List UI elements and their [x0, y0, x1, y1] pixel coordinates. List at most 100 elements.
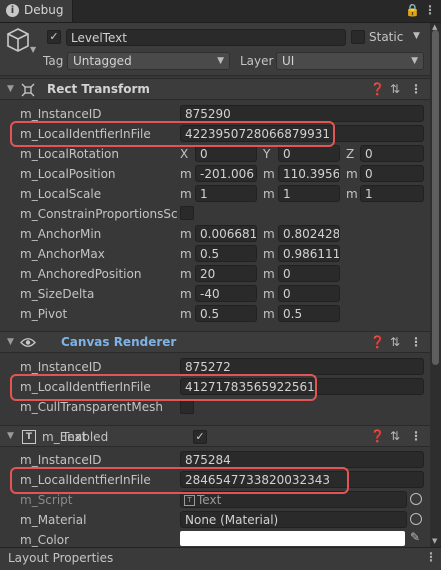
help-icon[interactable]: ❓	[370, 82, 385, 96]
scale-y-field[interactable]: 1	[278, 185, 340, 202]
highlight-box	[10, 374, 317, 401]
chevron-down-icon: ▼	[217, 56, 224, 66]
preset-icon[interactable]: ⇅	[390, 429, 400, 443]
text-component-header[interactable]: ▼ T m_Enabled Text ✓ ❓ ⇅ ⋮	[0, 425, 430, 447]
rotation-y-field[interactable]: 0	[278, 145, 340, 162]
position-y-field[interactable]: 110.3956	[278, 165, 340, 182]
size-delta-label: m_SizeDelta	[20, 287, 95, 301]
lock-icon[interactable]: 🔒	[405, 3, 420, 17]
anchor-min-y-field[interactable]: 0.802428	[278, 225, 340, 242]
more-menu-icon[interactable]: ⋮	[424, 3, 436, 17]
rect-transform-icon	[21, 83, 35, 97]
layout-properties-bar[interactable]: Layout Properties ⋮	[0, 547, 441, 570]
canvas-renderer-header[interactable]: ▼ Canvas Renderer ❓ ⇅ ⋮	[0, 331, 430, 353]
color-label: m_Color	[20, 533, 70, 547]
tab-debug[interactable]: i Debug	[0, 0, 73, 22]
foldout-arrow-icon[interactable]: ▼	[7, 337, 14, 347]
more-menu-icon[interactable]: ⋮	[410, 429, 422, 443]
m-label: m	[180, 287, 192, 301]
m-label: m	[180, 247, 192, 261]
material-field[interactable]: None (Material)	[180, 511, 407, 528]
help-icon[interactable]: ❓	[370, 335, 385, 349]
anchored-position-label: m_AnchoredPosition	[20, 267, 142, 281]
anchored-position-y-field[interactable]: 0	[278, 265, 340, 282]
script-value: Text	[197, 493, 222, 507]
object-name-field[interactable]: LevelText	[66, 29, 346, 46]
cull-transparent-checkbox[interactable]	[180, 400, 194, 414]
info-icon: i	[6, 4, 19, 17]
instance-id-label: m_InstanceID	[20, 453, 102, 467]
component-title: Canvas Renderer	[61, 335, 177, 349]
size-delta-x-field[interactable]: -40	[195, 285, 257, 302]
scale-x-field[interactable]: 1	[195, 185, 257, 202]
rotation-z-field[interactable]: 0	[360, 145, 424, 162]
chevron-down-icon: ▼	[411, 56, 418, 66]
x-axis-label: X	[180, 147, 189, 161]
scrollbar-thumb[interactable]	[432, 30, 439, 365]
constrain-checkbox[interactable]	[180, 206, 194, 220]
cull-transparent-label: m_CullTransparentMesh	[20, 400, 163, 414]
material-label: m_Material	[20, 513, 87, 527]
m-label: m	[180, 227, 192, 241]
instance-id-field[interactable]: 875290	[180, 105, 424, 122]
tab-bar: i Debug 🔒 ⋮	[0, 0, 441, 23]
color-swatch[interactable]	[180, 531, 405, 546]
layer-value: UI	[282, 54, 295, 68]
tag-value: Untagged	[73, 54, 132, 68]
rotation-x-field[interactable]: 0	[195, 145, 257, 162]
m-label: m	[346, 167, 358, 181]
enabled-checkbox[interactable]: ✓	[193, 430, 207, 444]
icon-dropdown-arrow[interactable]: ▼	[30, 45, 36, 54]
more-menu-icon[interactable]: ⋮	[410, 82, 422, 96]
rect-transform-header[interactable]: ▼ Rect Transform ❓ ⇅ ⋮	[0, 78, 430, 100]
pivot-label: m_Pivot	[20, 307, 68, 321]
object-picker-icon[interactable]	[410, 513, 422, 525]
static-checkbox[interactable]	[351, 30, 365, 44]
tag-label: Tag	[43, 54, 64, 68]
local-rotation-label: m_LocalRotation	[20, 147, 119, 161]
active-checkbox[interactable]: ✓	[47, 30, 61, 44]
m-label: m	[180, 267, 192, 281]
position-x-field[interactable]: -201.006	[195, 165, 257, 182]
highlight-box	[10, 121, 335, 147]
foldout-arrow-icon[interactable]: ▼	[7, 84, 14, 94]
m-label: m	[180, 187, 192, 201]
anchor-max-label: m_AnchorMax	[20, 247, 105, 261]
position-z-field[interactable]: 0	[360, 165, 424, 182]
help-icon[interactable]: ❓	[370, 429, 385, 443]
local-scale-label: m_LocalScale	[20, 187, 102, 201]
instance-id-field[interactable]: 875272	[180, 358, 424, 375]
m-label: m	[263, 267, 275, 281]
anchored-position-x-field[interactable]: 20	[195, 265, 257, 282]
pivot-y-field[interactable]: 0.5	[278, 305, 340, 322]
layer-dropdown[interactable]: UI ▼	[276, 52, 424, 70]
scroll-down-arrow[interactable]: ▼	[432, 537, 437, 545]
component-title: Rect Transform	[47, 82, 150, 96]
m-label: m	[346, 187, 358, 201]
constrain-label: m_ConstrainProportionsScal	[20, 207, 178, 221]
eyedropper-icon[interactable]: ✎	[410, 530, 420, 544]
foldout-arrow-icon[interactable]: ▼	[7, 431, 14, 441]
instance-id-field[interactable]: 875284	[180, 451, 424, 468]
tag-dropdown[interactable]: Untagged ▼	[67, 52, 230, 70]
static-dropdown-arrow[interactable]: ▼	[413, 31, 420, 41]
size-delta-y-field[interactable]: 0	[278, 285, 340, 302]
m-label: m	[263, 307, 275, 321]
anchor-max-y-field[interactable]: 0.9861112	[278, 245, 340, 262]
m-label: m	[180, 167, 192, 181]
scale-z-field[interactable]: 1	[360, 185, 424, 202]
preset-icon[interactable]: ⇅	[390, 82, 400, 96]
object-picker-icon[interactable]	[410, 493, 422, 505]
m-label: m	[180, 307, 192, 321]
highlight-box	[10, 467, 349, 494]
pivot-x-field[interactable]: 0.5	[195, 305, 257, 322]
anchor-max-x-field[interactable]: 0.5	[195, 245, 257, 262]
more-menu-icon[interactable]: ⋮	[425, 550, 437, 564]
preset-icon[interactable]: ⇅	[390, 335, 400, 349]
local-position-label: m_LocalPosition	[20, 167, 116, 181]
anchor-min-x-field[interactable]: 0.006681	[195, 225, 257, 242]
more-menu-icon[interactable]: ⋮	[410, 335, 422, 349]
component-title: Text	[62, 430, 87, 444]
instance-id-label: m_InstanceID	[20, 360, 102, 374]
anchor-min-label: m_AnchorMin	[20, 227, 102, 241]
